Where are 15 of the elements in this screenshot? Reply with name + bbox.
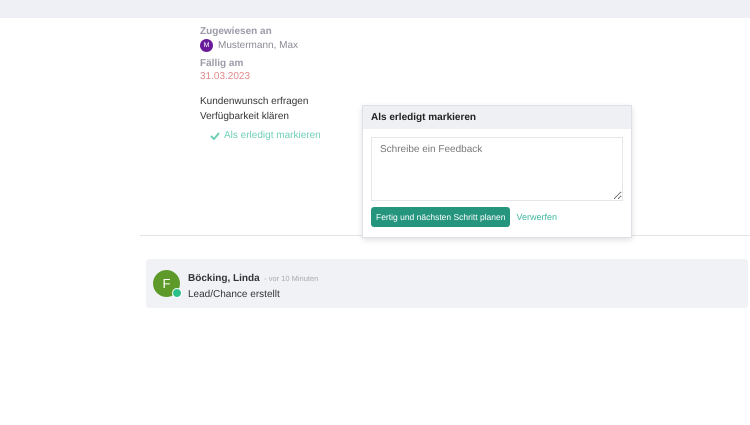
discard-link[interactable]: Verwerfen <box>516 212 557 222</box>
finish-button[interactable]: Fertig und nächsten Schritt planen <box>371 207 510 227</box>
due-label: Fällig am <box>200 58 244 69</box>
user-avatar: F <box>153 270 180 297</box>
assigned-label: Zugewiesen an <box>200 26 273 37</box>
task-line: Kundenwunsch erfragen <box>200 95 308 109</box>
popover-title: Als erledigt markieren <box>363 106 631 129</box>
task-line: Verfügbarkeit klären <box>200 110 289 124</box>
check-icon <box>210 132 220 140</box>
feedback-field[interactable]: Schreibe ein Feedback <box>371 137 623 201</box>
due-date: 31.03.2023 <box>200 71 252 82</box>
author-name: Böcking, Linda <box>188 272 260 284</box>
activity-text: Lead/Chance erstellt <box>188 288 281 300</box>
mark-done-link[interactable]: Als erledigt markieren <box>210 130 321 141</box>
assignee-name: Mustermann, Max <box>218 40 298 51</box>
